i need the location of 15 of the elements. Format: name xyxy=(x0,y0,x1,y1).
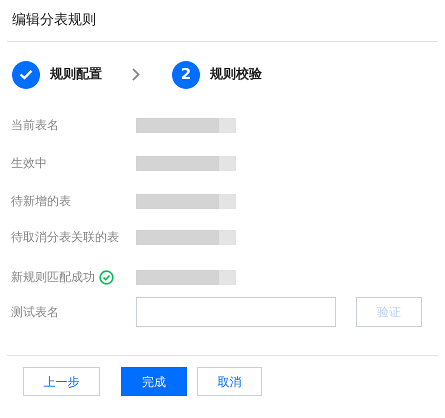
footer-button[interactable]: 完成 xyxy=(121,367,187,396)
field-label: 当前表名 xyxy=(11,117,59,134)
field-label: 待新增的表 xyxy=(11,193,71,210)
footer-button[interactable]: 取消 xyxy=(197,367,262,396)
chevron-icon xyxy=(132,68,140,81)
step-label: 规则校验 xyxy=(210,66,262,84)
field-label: 生效中 xyxy=(11,155,47,172)
dialog-title: 编辑分表规则 xyxy=(11,11,97,30)
step-label: 规则配置 xyxy=(50,66,102,84)
step-number: 2 xyxy=(172,60,200,88)
input-field[interactable] xyxy=(136,297,336,327)
footer-button[interactable]: 上一步 xyxy=(23,367,100,396)
field-label: 新规则匹配成功 xyxy=(11,269,95,286)
field-label: 待取消分表关联的表 xyxy=(11,229,119,246)
field-label: 测试表名 xyxy=(11,304,59,321)
